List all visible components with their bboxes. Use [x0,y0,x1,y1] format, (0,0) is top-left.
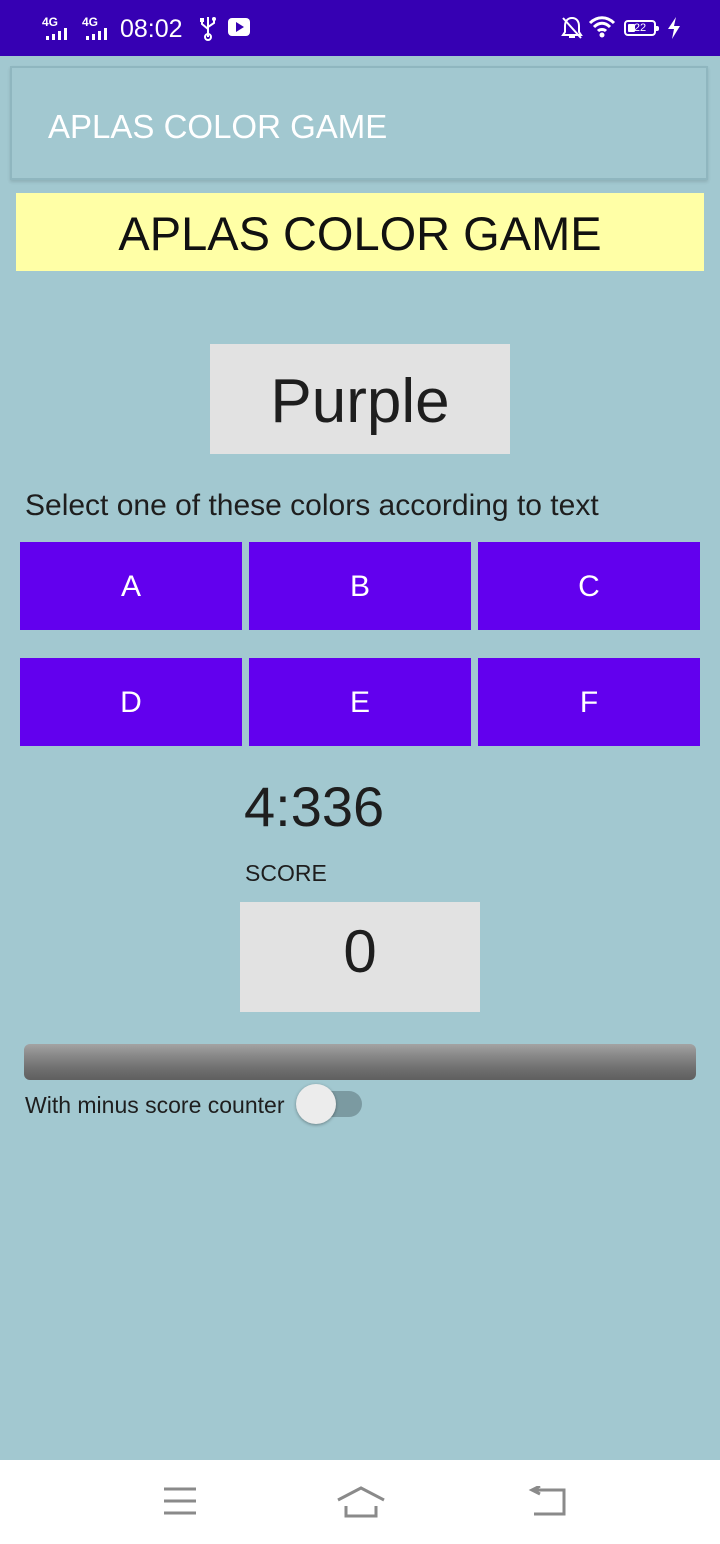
timer-display: 4:336 [244,775,385,838]
color-button-b[interactable]: B [249,542,471,630]
navigation-bar [0,1460,720,1544]
home-icon[interactable] [336,1486,386,1518]
color-button-d[interactable]: D [20,658,242,746]
color-word-display: Purple [210,344,510,454]
mute-icon [561,16,583,39]
color-button-f[interactable]: F [478,658,700,746]
minus-score-label: With minus score counter [25,1092,285,1118]
progress-bar [24,1044,696,1080]
score-label: SCORE [245,860,327,886]
youtube-icon [228,18,250,36]
game-banner: APLAS COLOR GAME [16,193,704,271]
color-button-c[interactable]: C [478,542,700,630]
network-type-label: 4G [42,15,59,29]
menu-icon[interactable] [162,1486,198,1516]
battery-icon: 22 [624,20,659,36]
status-bar: 4G 4G 08:02 22 [0,0,720,56]
back-icon[interactable] [528,1486,568,1518]
battery-level: 22 [633,22,647,34]
switch-thumb[interactable] [296,1084,336,1124]
wifi-icon [588,16,616,38]
score-display: 0 [240,902,480,1012]
usb-icon [200,17,216,41]
network-type-label: 4G [82,15,99,29]
charging-icon [668,17,680,39]
instruction-text: Select one of these colors according to … [25,489,599,522]
app-title: APLAS COLOR GAME [48,108,388,145]
color-button-e[interactable]: E [249,658,471,746]
color-button-a[interactable]: A [20,542,242,630]
clock: 08:02 [120,15,183,43]
app-bar: APLAS COLOR GAME [10,66,708,180]
